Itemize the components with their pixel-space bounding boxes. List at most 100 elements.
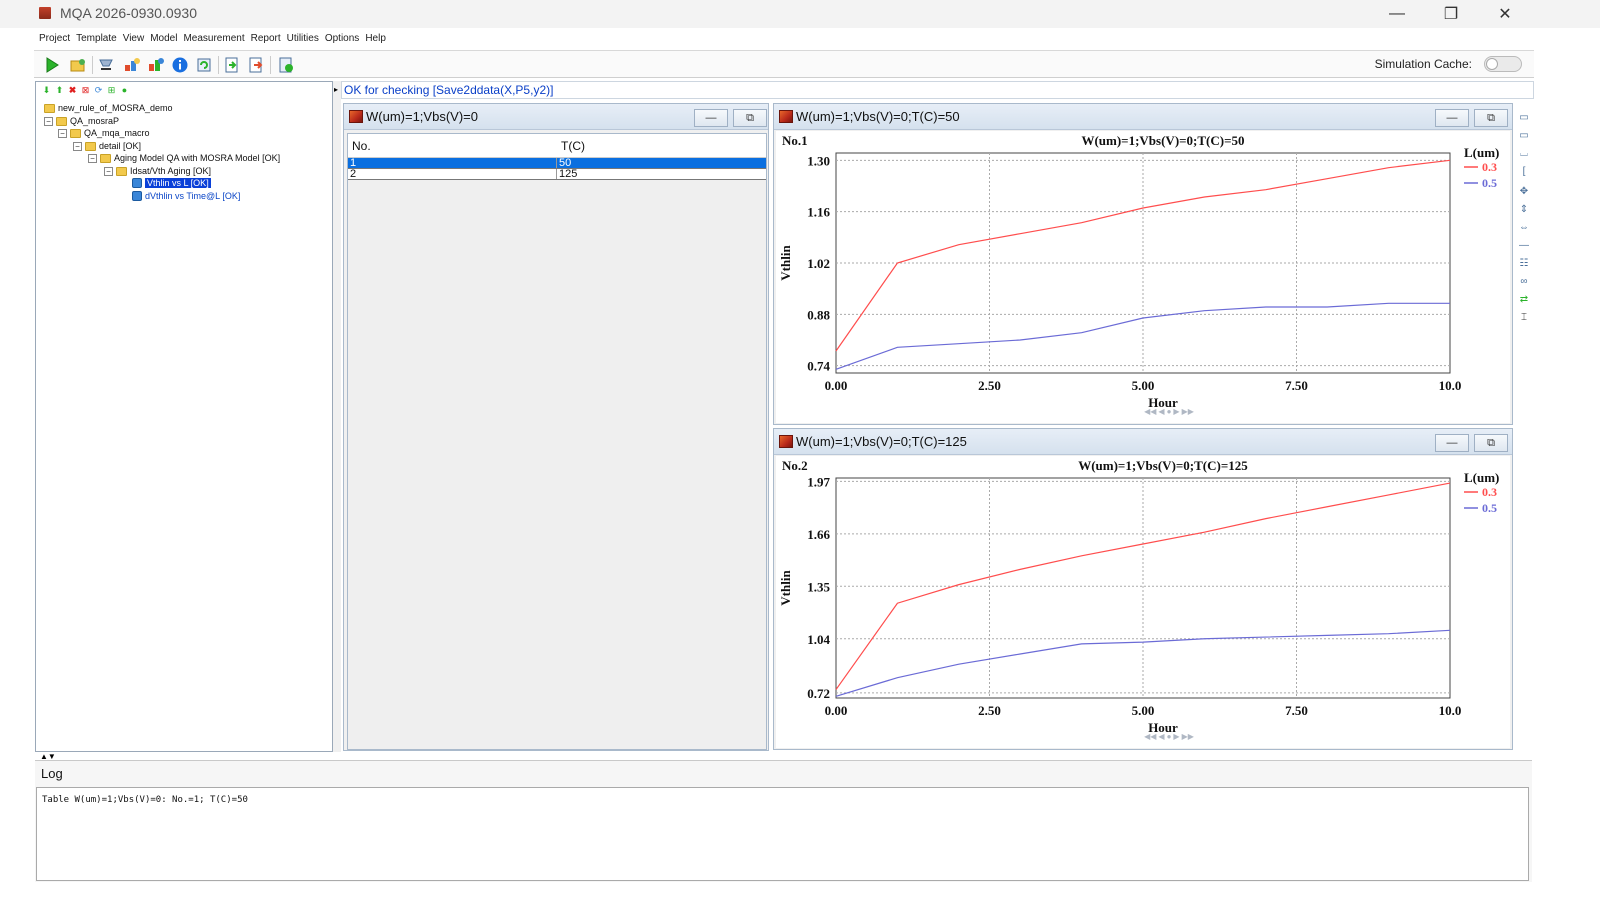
chart-window-1-title: W(um)=1;Vbs(V)=0;T(C)=50 [796,109,960,124]
collapse-icon[interactable]: − [44,116,53,126]
window-maximize-button[interactable]: ⧉ [1474,434,1508,452]
chart-2[interactable]: No.2 W(um)=1;Vbs(V)=0;T(C)=125 0.00 2.50 5.0… [776,456,1510,748]
y-tick-label: 0.88 [807,307,830,322]
x-tick-label: 10.0 [1439,703,1462,718]
extract-icon[interactable] [96,55,116,75]
info-icon[interactable] [170,55,190,75]
window-minimize-button[interactable]: — [1435,109,1469,127]
chart-title: W(um)=1;Vbs(V)=0;T(C)=50 [1081,133,1244,148]
x-tick-label: 10.0 [1439,378,1462,393]
log-output[interactable]: Table W(um)=1;Vbs(V)=0: No.=1; T(C)=50 [36,787,1529,881]
app-window: MQA 2026-0930.0930 — ❐ ✕ Project Templat… [0,0,1600,900]
go-icon[interactable]: ● [119,85,130,96]
menu-template[interactable]: Template [73,31,120,47]
model-compare-icon[interactable] [146,55,166,75]
chart-window-2-title: W(um)=1;Vbs(V)=0;T(C)=125 [796,434,967,449]
menu-view[interactable]: View [120,31,148,47]
menu-project[interactable]: Project [36,31,73,47]
refresh-icon[interactable] [194,55,214,75]
chart-1[interactable]: No.1 W(um)=1;Vbs(V)=0;T(C)=50 0.00 2.50 5.00… [776,131,1510,423]
table-window-title: W(um)=1;Vbs(V)=0 [366,109,478,124]
menu-report[interactable]: Report [248,31,284,47]
open-project-icon[interactable] [68,55,88,75]
window-minimize-button[interactable]: — [1435,434,1469,452]
expand-all-icon[interactable]: ⬇ [41,85,52,96]
simulation-cache-label: Simulation Cache: [1374,57,1472,71]
y-tick-label: 1.16 [807,205,830,220]
pan-icon[interactable]: ✥ [1518,186,1530,198]
column-header-no[interactable]: No. [352,139,371,153]
maximize-button[interactable]: ❐ [1428,0,1474,28]
window-maximize-button[interactable]: ⧉ [733,109,767,127]
chart-window-2-titlebar[interactable]: W(um)=1;Vbs(V)=0;T(C)=125 — ⧉ [774,429,1512,455]
zoom-y-icon[interactable]: ⇕ [1518,204,1530,216]
tree-item[interactable]: − Idsat/Vth Aging [OK] [104,165,211,177]
chart-window-1: W(um)=1;Vbs(V)=0;T(C)=50 — ⧉ No.1 W(um)=1… [773,103,1513,425]
window-minimize-button[interactable]: — [694,109,728,127]
x-tick-label: 7.50 [1285,378,1308,393]
column-header-temp[interactable]: T(C) [561,139,585,153]
x-tick-label: 2.50 [978,703,1001,718]
menu-measurement[interactable]: Measurement [180,31,247,47]
import-icon[interactable] [222,55,242,75]
bracket-left-icon[interactable]: [ [1518,166,1530,178]
collapse-icon[interactable]: − [104,166,113,176]
table-row[interactable]: 2 125 [348,169,766,180]
zoom-x-axis-icon[interactable]: ⇔ [1518,222,1530,234]
model-fit-icon[interactable] [122,55,142,75]
folder-icon [85,141,96,151]
tree-item[interactable]: dVthlin vs Time@L [OK] [132,190,240,202]
window-maximize-button[interactable]: ⧉ [1474,109,1508,127]
table-cell-temp: 125 [559,168,578,180]
vertical-splitter[interactable]: ▸ [333,81,341,752]
add-node-icon[interactable]: ⊞ [106,85,117,96]
menu-model[interactable]: Model [147,31,180,47]
tree-item[interactable]: − QA_mqa_macro [58,127,150,139]
table-row[interactable]: 1 50 [348,158,766,169]
export-icon[interactable] [246,55,266,75]
bracket-bottom-icon[interactable]: ⌴ [1518,148,1530,160]
menu-help[interactable]: Help [362,31,389,47]
minimize-button[interactable]: — [1374,0,1420,28]
collapse-icon[interactable]: − [58,128,67,138]
legend-title: L(um) [1464,470,1499,485]
menu-options[interactable]: Options [322,31,362,47]
toggle-knob [1486,58,1498,70]
tree-item-label: new_rule_of_MOSRA_demo [58,103,173,113]
tree-item[interactable]: − detail [OK] [73,140,141,152]
legend-entry: 0.5 [1482,176,1497,190]
table-cell-no: 2 [350,168,357,180]
chart-2-area: No.2 W(um)=1;Vbs(V)=0;T(C)=125 0.00 2.50 5.0… [776,456,1510,748]
collapse-icon[interactable]: − [73,141,82,151]
zoom-x-icon[interactable]: ▭ [1518,130,1530,142]
y-tick-label: 1.66 [807,527,830,542]
tree-item-label: detail [OK] [99,141,142,151]
zoom-box-icon[interactable]: ▭ [1518,112,1530,124]
run-icon[interactable] [42,55,62,75]
tree-item[interactable]: Vthlin vs L [OK] [132,177,211,189]
tree-item[interactable]: new_rule_of_MOSRA_demo [44,102,173,114]
fit-icon[interactable]: — [1518,240,1530,252]
table-window-titlebar[interactable]: W(um)=1;Vbs(V)=0 — ⧉ [344,104,768,130]
window-icon [779,435,793,448]
tree-item[interactable]: − Aging Model QA with MOSRA Model [OK] [88,152,280,164]
y-tick-label: 1.97 [807,474,830,489]
chart-window-1-titlebar[interactable]: W(um)=1;Vbs(V)=0;T(C)=50 — ⧉ [774,104,1512,130]
check-icon[interactable] [276,55,296,75]
link-icon[interactable]: ⇄ [1518,294,1530,306]
glasses-icon[interactable]: ∞ [1518,276,1530,288]
reload-icon[interactable]: ⟳ [93,85,104,96]
collapse-all-icon[interactable]: ⬆ [54,85,65,96]
menu-utilities[interactable]: Utilities [284,31,322,47]
collapse-icon[interactable]: − [88,153,97,163]
tree-item-label: QA_mosraP [70,116,120,126]
close-button[interactable]: ✕ [1482,0,1528,28]
measure-icon[interactable]: ⌶ [1518,312,1530,324]
tree-item[interactable]: − QA_mosraP [44,115,119,127]
simulation-cache-toggle[interactable] [1484,56,1522,72]
legend-icon[interactable]: ☷ [1518,258,1530,270]
delete-icon[interactable]: ✖ [67,85,78,96]
x-tick-label: 0.00 [825,378,848,393]
remove-icon[interactable]: ⊠ [80,85,91,96]
splitter-arrow-icon[interactable]: ▸ [334,85,338,94]
